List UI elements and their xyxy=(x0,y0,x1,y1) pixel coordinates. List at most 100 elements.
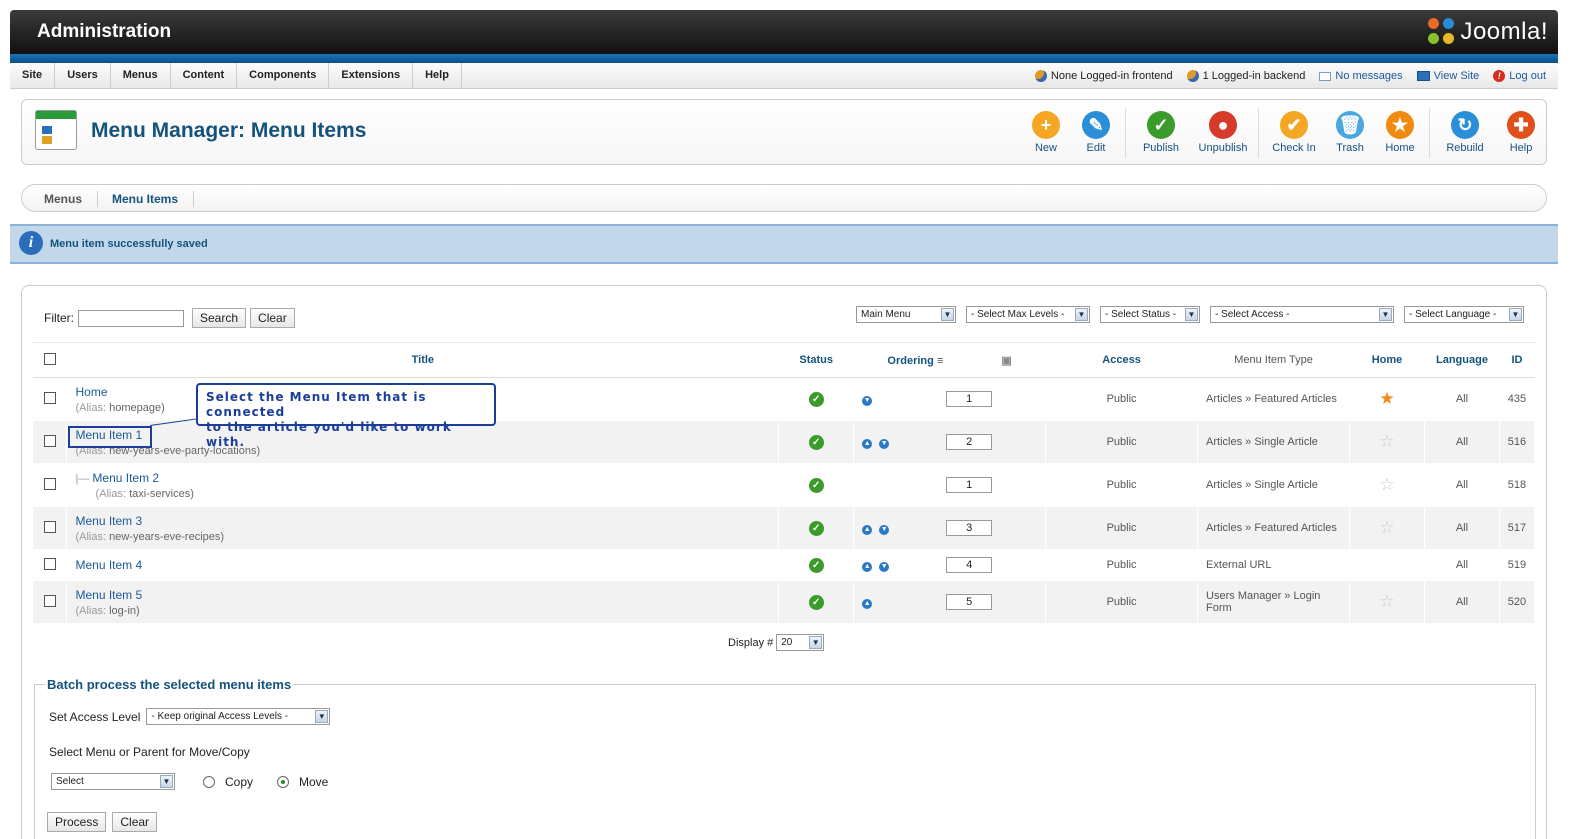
table-row[interactable]: Menu Item 5 (Alias: log-in) ✓ ▲ 5 Public … xyxy=(33,580,1536,624)
order-input[interactable]: 1 xyxy=(946,391,993,407)
home-header[interactable]: Home xyxy=(1349,342,1425,378)
access-select[interactable]: - Select Access - ▼ xyxy=(1210,306,1394,323)
order-input[interactable]: 5 xyxy=(946,594,993,610)
menu-components[interactable]: Components xyxy=(237,63,330,89)
clear-filter-button[interactable]: Clear xyxy=(250,308,295,328)
set-home-star-icon[interactable]: ☆ xyxy=(1379,592,1394,611)
copy-radio[interactable] xyxy=(203,775,215,788)
row-checkbox[interactable] xyxy=(43,391,56,404)
order-input[interactable]: 2 xyxy=(946,434,993,450)
set-home-star-icon[interactable]: ☆ xyxy=(1379,432,1394,451)
status-select[interactable]: - Select Status - ▼ xyxy=(1100,306,1200,323)
batch-access-select[interactable]: - Keep original Access Levels - ▼ xyxy=(146,708,331,725)
menu-item-title-link[interactable]: Menu Item 2 xyxy=(92,471,159,485)
published-check-icon[interactable]: ✓ xyxy=(808,477,824,493)
menu-select[interactable]: Main Menu ▼ xyxy=(856,306,956,323)
messages-label: No messages xyxy=(1335,70,1403,82)
language-header[interactable]: Language xyxy=(1424,342,1500,378)
messages-link[interactable]: No messages xyxy=(1319,70,1403,82)
row-checkbox[interactable] xyxy=(43,434,56,447)
type-cell: Articles » Single Article xyxy=(1197,420,1350,464)
toolbar-unpublish-label: Unpublish xyxy=(1198,142,1248,154)
filter-input[interactable] xyxy=(78,309,184,327)
toolbar-trash-button[interactable]: 🗑 Trash xyxy=(1325,105,1375,161)
order-up-icon[interactable]: ▲ xyxy=(862,598,873,609)
move-radio[interactable] xyxy=(277,775,290,788)
home-cell: ☆ xyxy=(1349,463,1425,507)
toolbar-new-button[interactable]: + New xyxy=(1021,105,1071,161)
type-cell: Articles » Featured Articles xyxy=(1197,377,1350,421)
row-checkbox[interactable] xyxy=(43,477,56,490)
menu-item-title-link[interactable]: Home xyxy=(75,385,107,399)
menu-item-title-link[interactable]: Menu Item 4 xyxy=(75,558,142,572)
row-checkbox[interactable] xyxy=(43,594,56,607)
table-row[interactable]: Menu Item 3 (Alias: new-years-eve-recipe… xyxy=(33,506,1536,550)
id-cell: 517 xyxy=(1499,506,1536,550)
row-checkbox[interactable] xyxy=(43,520,56,533)
ordering-header[interactable]: Ordering ≡ ▣ xyxy=(853,342,1046,378)
monitor-icon xyxy=(1416,71,1430,81)
process-button[interactable]: Process xyxy=(47,812,107,832)
title-header[interactable]: Title xyxy=(66,342,779,378)
row-checkbox[interactable] xyxy=(43,557,56,570)
published-check-icon[interactable]: ✓ xyxy=(808,391,824,407)
toolbar-home-button[interactable]: ★ Home xyxy=(1375,105,1425,161)
menu-item-title-link[interactable]: Menu Item 5 xyxy=(75,588,142,602)
logout-link[interactable]: ! Log out xyxy=(1493,70,1546,82)
toolbar-check-in-button[interactable]: ✔ Check In xyxy=(1263,105,1325,161)
order-up-icon[interactable]: ▲ xyxy=(862,524,873,535)
order-down-icon[interactable]: ▼ xyxy=(879,524,890,535)
set-home-star-icon[interactable]: ☆ xyxy=(1379,518,1394,537)
max-levels-select[interactable]: - Select Max Levels - ▼ xyxy=(966,306,1090,323)
order-down-icon[interactable]: ▼ xyxy=(862,395,873,406)
edit-icon: ✎ xyxy=(1082,111,1110,139)
default-home-star-icon[interactable]: ★ xyxy=(1379,389,1394,408)
access-header[interactable]: Access xyxy=(1045,342,1198,378)
display-select[interactable]: 20 ▼ xyxy=(776,634,825,651)
alias-label: (Alias: xyxy=(75,604,107,617)
toolbar-publish-button[interactable]: ✓ Publish xyxy=(1130,105,1192,161)
view-site-link[interactable]: View Site xyxy=(1416,70,1479,82)
select-all-checkbox[interactable] xyxy=(43,352,56,365)
menu-extensions[interactable]: Extensions xyxy=(329,63,414,89)
published-check-icon[interactable]: ✓ xyxy=(808,434,824,450)
menu-users[interactable]: Users xyxy=(55,63,111,89)
order-up-icon[interactable]: ▲ xyxy=(862,438,873,449)
toolbar-edit-button[interactable]: ✎ Edit xyxy=(1071,105,1121,161)
table-row[interactable]: Menu Item 4 ✓ ▲ ▼ 4 Public External URL Al… xyxy=(33,549,1536,581)
menu-item-title-link[interactable]: Menu Item 3 xyxy=(75,514,142,528)
menu-menus[interactable]: Menus xyxy=(111,63,171,89)
toolbar-rebuild-button[interactable]: ↻ Rebuild xyxy=(1434,105,1496,161)
order-down-icon[interactable]: ▼ xyxy=(879,561,890,572)
toolbar-unpublish-button[interactable]: ● Unpublish xyxy=(1192,105,1254,161)
order-input[interactable]: 1 xyxy=(946,477,993,493)
order-input[interactable]: 3 xyxy=(946,520,993,536)
language-cell: All xyxy=(1424,549,1500,581)
set-home-star-icon[interactable]: ☆ xyxy=(1379,475,1394,494)
order-input[interactable]: 4 xyxy=(946,557,993,573)
published-check-icon[interactable]: ✓ xyxy=(808,594,824,610)
order-down-icon[interactable]: ▼ xyxy=(879,438,890,449)
published-check-icon[interactable]: ✓ xyxy=(808,557,824,573)
home-cell: ☆ xyxy=(1349,506,1425,550)
published-check-icon[interactable]: ✓ xyxy=(808,520,824,536)
row-select-cell xyxy=(33,580,68,624)
menu-content[interactable]: Content xyxy=(171,63,238,89)
user-icon xyxy=(1034,70,1047,82)
status-header[interactable]: Status xyxy=(778,342,854,378)
id-cell: 518 xyxy=(1499,463,1536,507)
tab-menus[interactable]: Menus xyxy=(44,192,82,206)
menu-site[interactable]: Site xyxy=(10,63,56,89)
language-select[interactable]: - Select Language - ▼ xyxy=(1404,306,1524,323)
order-up-icon[interactable]: ▲ xyxy=(862,561,873,572)
save-order-icon[interactable]: ▣ xyxy=(1001,355,1011,367)
toolbar-help-button[interactable]: ✚ Help xyxy=(1496,105,1546,161)
menu-help[interactable]: Help xyxy=(413,63,462,89)
batch-menu-select[interactable]: Select ▼ xyxy=(51,773,175,790)
joomla-logo[interactable]: Joomla! xyxy=(1428,17,1548,47)
tab-menu-items[interactable]: Menu Items xyxy=(112,192,178,206)
id-header[interactable]: ID xyxy=(1499,342,1535,378)
search-button[interactable]: Search xyxy=(192,308,247,328)
table-row[interactable]: |— Menu Item 2 (Alias: taxi-services) ✓ … xyxy=(33,463,1536,507)
batch-clear-button[interactable]: Clear xyxy=(112,812,158,832)
